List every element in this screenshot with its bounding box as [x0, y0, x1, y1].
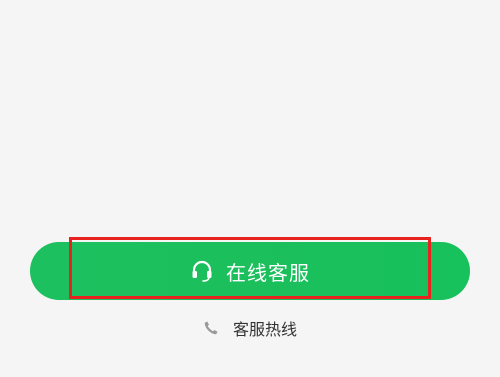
online-service-label: 在线客服: [226, 260, 310, 285]
online-service-button[interactable]: 在线客服: [30, 242, 470, 300]
customer-service-screen: 在线客服 客服热线: [0, 0, 500, 377]
hotline-label: 客服热线: [232, 320, 297, 339]
hotline-link[interactable]: 客服热线: [0, 316, 500, 340]
phone-icon: [203, 320, 219, 336]
headset-icon: [190, 259, 214, 283]
